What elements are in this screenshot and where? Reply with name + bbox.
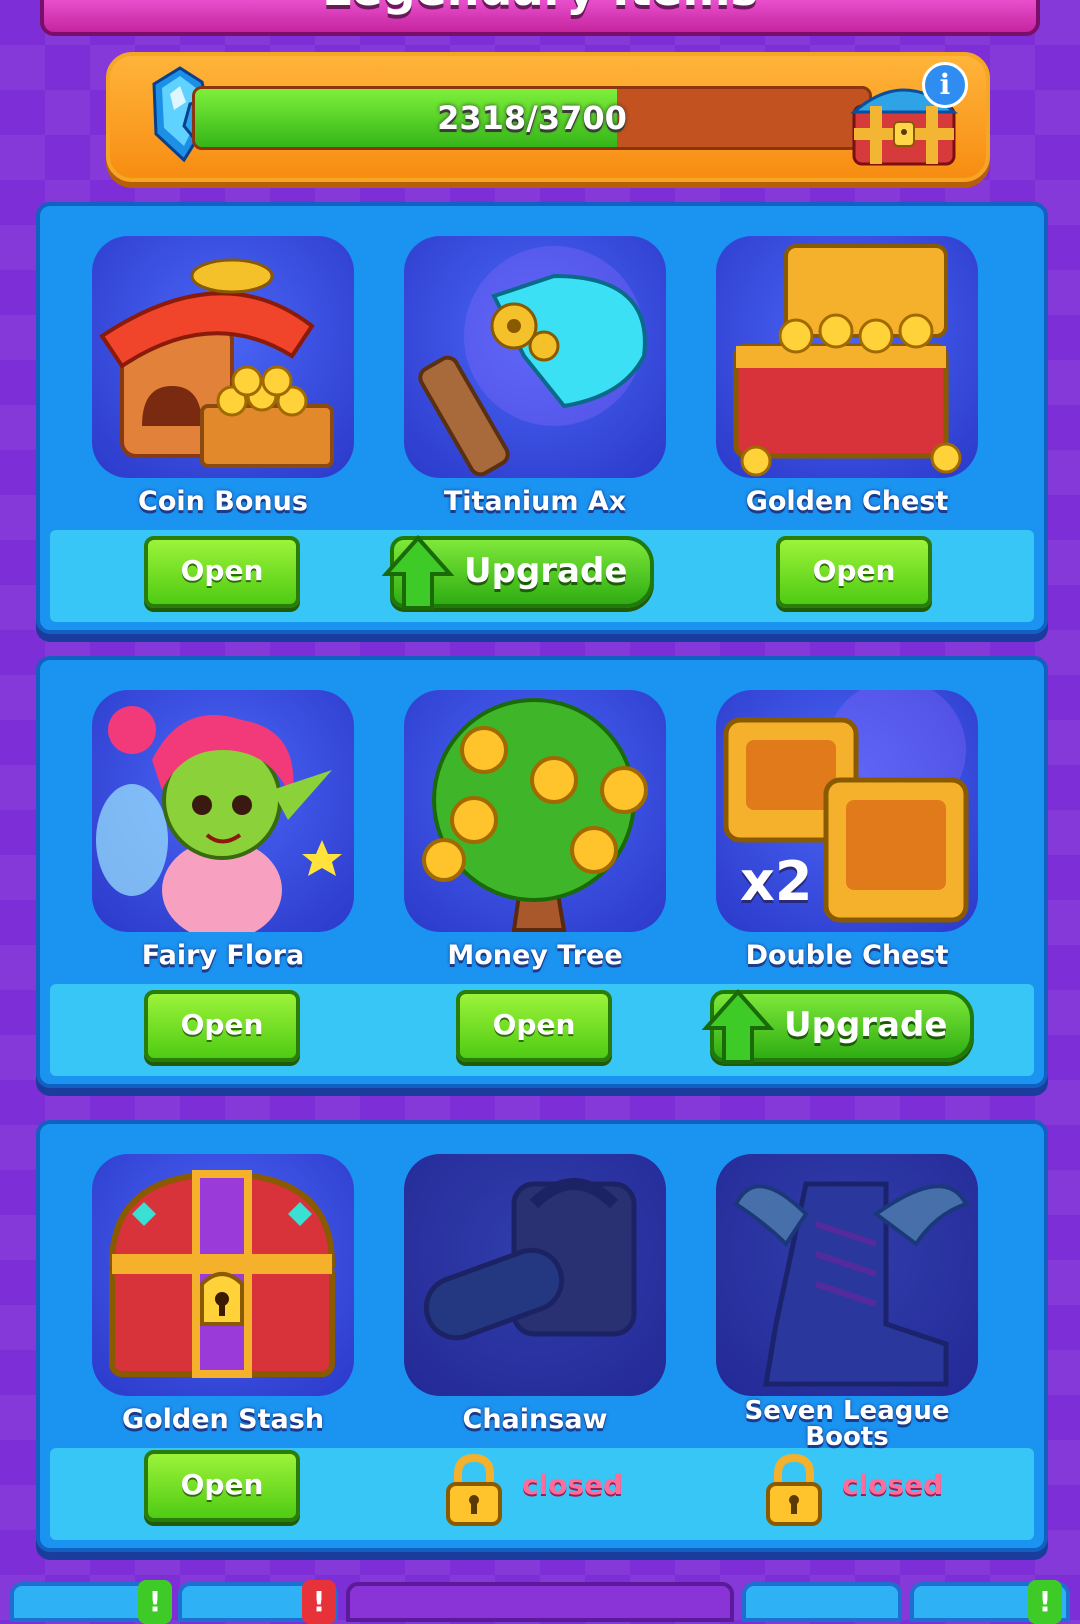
alert-badge: ! [302, 1580, 336, 1624]
item-name-line2: Boots [805, 1422, 889, 1452]
nav-tab-1[interactable]: ! [10, 1580, 172, 1624]
open-button-money-tree[interactable]: Open [456, 990, 612, 1062]
open-button-golden-stash[interactable]: Open [144, 1450, 300, 1522]
items-panel-3: Golden Stash Chainsaw Seven League Boots… [36, 1120, 1048, 1552]
item-card-money-tree[interactable]: Money Tree [402, 690, 668, 969]
item-name: Coin Bonus [138, 486, 308, 517]
item-name: Money Tree [447, 940, 623, 971]
boots-icon [716, 1154, 978, 1396]
titanium-ax-icon [404, 236, 666, 478]
item-card-coin-bonus[interactable]: Coin Bonus [90, 236, 356, 515]
items-panel-2: Fairy Flora Money Tree x2 Double Chest O… [36, 656, 1048, 1088]
item-name-line1: Seven League [744, 1396, 950, 1426]
item-card-fairy-flora[interactable]: Fairy Flora [90, 690, 356, 969]
item-name: Double Chest [745, 940, 949, 971]
lock-icon [446, 1454, 502, 1526]
coin-bonus-icon [92, 236, 354, 478]
double-badge: x2 [740, 850, 813, 913]
nav-tab-2[interactable]: ! [178, 1580, 338, 1624]
item-name: Fairy Flora [141, 940, 305, 971]
closed-status-chainsaw: closed [522, 1468, 624, 1501]
lock-icon [766, 1454, 822, 1526]
money-tree-icon [404, 690, 666, 932]
closed-status-seven-league-boots: closed [842, 1468, 944, 1501]
bottom-nav: ! ! ! [0, 1574, 1080, 1624]
upgrade-label: Upgrade [784, 1005, 948, 1045]
golden-stash-icon [92, 1154, 354, 1396]
fairy-icon [92, 690, 354, 932]
item-name: Golden Stash [121, 1404, 325, 1435]
item-name: Seven League Boots [714, 1398, 980, 1450]
item-name: Golden Chest [745, 486, 949, 517]
item-card-seven-league-boots[interactable]: Seven League Boots [714, 1154, 980, 1450]
item-card-chainsaw[interactable]: Chainsaw [402, 1154, 668, 1433]
alert-badge: ! [1028, 1580, 1062, 1624]
upgrade-arrow-icon [382, 534, 454, 610]
title-banner: Legendary Items [40, 0, 1040, 36]
golden-chest-icon [716, 236, 978, 478]
nav-tab-center[interactable] [346, 1582, 734, 1622]
progress-panel: 2318/3700 i [106, 52, 990, 182]
item-card-golden-chest[interactable]: Golden Chest [714, 236, 980, 515]
chainsaw-icon [404, 1154, 666, 1396]
upgrade-button-double-chest[interactable]: Upgrade [702, 988, 974, 1064]
nav-tab-5[interactable]: ! [910, 1580, 1070, 1624]
item-card-titanium-ax[interactable]: Titanium Ax [402, 236, 668, 515]
page-title: Legendary Items [44, 0, 1036, 16]
nav-tab-4[interactable] [742, 1582, 902, 1622]
progress-bar: 2318/3700 [192, 86, 872, 150]
upgrade-label: Upgrade [464, 551, 628, 591]
upgrade-button-titanium-ax[interactable]: Upgrade [382, 534, 654, 610]
upgrade-arrow-icon [702, 988, 774, 1064]
open-button-golden-chest[interactable]: Open [776, 536, 932, 608]
open-button-fairy-flora[interactable]: Open [144, 990, 300, 1062]
items-panel-1: Coin Bonus Titanium Ax Golden Chest Open… [36, 202, 1048, 634]
item-card-double-chest[interactable]: x2 Double Chest [714, 690, 980, 969]
open-button-coin-bonus[interactable]: Open [144, 536, 300, 608]
item-card-golden-stash[interactable]: Golden Stash [90, 1154, 356, 1433]
item-name: Titanium Ax [443, 486, 627, 517]
info-icon[interactable]: i [922, 62, 968, 108]
progress-text: 2318/3700 [437, 99, 627, 137]
double-chest-icon: x2 [716, 690, 978, 932]
item-name: Chainsaw [462, 1404, 608, 1435]
alert-badge: ! [138, 1580, 172, 1624]
